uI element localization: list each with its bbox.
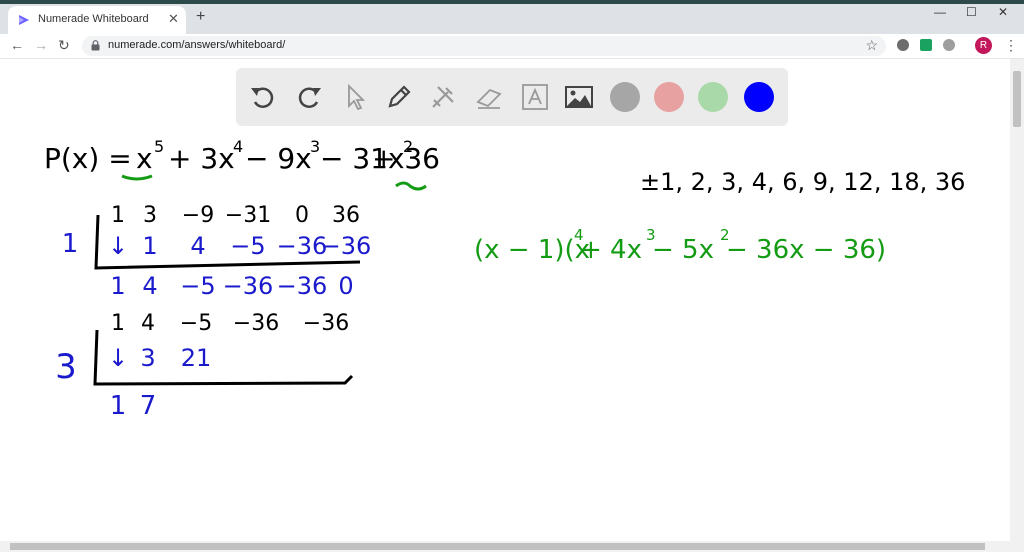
polynomial-expression: P(x) = x 5 + 3x 4 − 9x 3 − 31x 2 + 36 — [44, 137, 413, 175]
numerade-favicon-icon — [19, 15, 29, 25]
checkmark-extension-icon[interactable] — [920, 39, 932, 51]
factored-term: (x − 1)(x — [474, 235, 590, 265]
browser-menu-icon[interactable]: ⋮ — [1004, 37, 1018, 53]
window-frame — [0, 0, 1024, 4]
horizontal-scroll-thumb[interactable] — [10, 543, 985, 550]
profile-avatar[interactable]: R — [975, 37, 992, 54]
division-2-coefficient: −36 — [233, 311, 279, 336]
select-cursor-icon[interactable] — [340, 82, 370, 112]
division-1-product: 4 — [190, 232, 205, 260]
back-button[interactable]: ← — [10, 37, 24, 53]
exponent-3: 3 — [310, 137, 320, 156]
constant-term-underline — [395, 181, 427, 191]
division-1-product: −36 — [321, 232, 372, 260]
whiteboard-canvas[interactable]: P(x) = x 5 + 3x 4 − 9x 3 − 31x 2 + 36 + … — [0, 59, 1010, 541]
division-1-product: ↓ — [108, 232, 128, 260]
address-bar[interactable]: numerade.com/answers/whiteboard/ ☆ — [82, 36, 886, 56]
division-2-result: 7 — [140, 391, 157, 421]
url-text: numerade.com/answers/whiteboard/ — [108, 39, 286, 51]
whiteboard-toolbar — [236, 68, 788, 126]
undo-icon[interactable] — [248, 82, 278, 112]
color-gray-swatch[interactable] — [610, 82, 640, 112]
division-1-coefficient: 0 — [295, 203, 309, 228]
redo-icon[interactable] — [294, 82, 324, 112]
factored-term: − 36x − 36) — [726, 235, 886, 265]
color-pink-swatch[interactable] — [654, 82, 684, 112]
term-9x: − 9x — [245, 142, 312, 175]
division-1-coefficient: −9 — [182, 203, 214, 228]
close-window-button[interactable]: ✕ — [998, 5, 1008, 19]
extension-icon[interactable] — [897, 39, 909, 51]
division-1-coefficient: −31 — [225, 203, 271, 228]
division-2-result: 1 — [110, 391, 127, 421]
division-1-result: 4 — [142, 272, 157, 300]
tab-title: Numerade Whiteboard — [38, 13, 149, 25]
polynomial-label: P(x) = — [44, 142, 132, 175]
constant-term: + 36 — [372, 142, 440, 175]
division-2-product: ↓ — [108, 344, 128, 372]
division-1-result: 1 — [110, 272, 125, 300]
division-1-result: −5 — [180, 272, 215, 300]
vertical-scrollbar[interactable] — [1010, 59, 1024, 541]
division-2-divisor: 3 — [55, 347, 77, 387]
synthetic-division-1: 11 3 −9 −31 0 36↓ 1 4 −5 −36−361 4 −5 −36 −36 0 — [62, 203, 372, 300]
tab-numerade-whiteboard[interactable]: Numerade Whiteboard ✕ — [8, 6, 186, 34]
minimize-button[interactable]: — — [934, 5, 946, 19]
division-2-coefficient: 1 — [111, 311, 125, 336]
division-1-result: 0 — [338, 272, 353, 300]
text-tool-icon[interactable] — [520, 82, 550, 112]
division-1-coefficient: 3 — [143, 203, 157, 228]
account-extension-icon[interactable] — [943, 39, 955, 51]
eraser-icon[interactable] — [474, 82, 504, 112]
forward-button[interactable]: → — [34, 37, 48, 53]
horizontal-scrollbar[interactable] — [0, 541, 1024, 552]
maximize-button[interactable]: ☐ — [966, 5, 977, 19]
factored-term: − 5x — [652, 235, 714, 265]
lock-icon — [91, 40, 100, 51]
division-2-product: 21 — [181, 344, 212, 372]
pen-icon[interactable] — [384, 82, 414, 112]
possible-roots: ±1, 2, 3, 4, 6, 9, 12, 18, 36 — [640, 168, 965, 196]
division-2-coefficient: −5 — [180, 311, 212, 336]
synthetic-division-2: 31 4 −5 −36 −36↓ 3 211 7 — [55, 311, 349, 421]
division-2-coefficient: −36 — [303, 311, 349, 336]
division-1-result: −36 — [223, 272, 274, 300]
factored-form: (x − 1)(x4 + 4x 3 − 5x 2 − 36x − 36) — [474, 226, 886, 265]
vertical-scroll-thumb[interactable] — [1013, 71, 1021, 127]
division-1-divisor: 1 — [62, 229, 79, 259]
division-1-result: −36 — [277, 272, 328, 300]
exponent-4: 4 — [233, 137, 243, 156]
exponent-5: 5 — [154, 137, 164, 156]
bookmark-star-icon[interactable]: ☆ — [865, 37, 878, 54]
division-2-bracket — [93, 329, 354, 386]
color-green-swatch[interactable] — [698, 82, 728, 112]
term-3x: + 3x — [168, 142, 235, 175]
division-2-coefficient: 4 — [141, 311, 155, 336]
division-1-coefficient: 1 — [111, 203, 125, 228]
division-2-product: 3 — [140, 344, 155, 372]
division-1-product: −5 — [230, 232, 265, 260]
leading-coefficient-underline — [121, 174, 153, 181]
factored-term: + 4x — [580, 235, 642, 265]
tab-close-icon[interactable]: ✕ — [168, 12, 179, 26]
color-blue-swatch[interactable] — [744, 82, 774, 112]
browser-toolbar: ← → ↻ numerade.com/answers/whiteboard/ ☆… — [0, 34, 1024, 59]
image-icon[interactable] — [564, 82, 594, 112]
new-tab-button[interactable]: + — [196, 9, 205, 25]
tab-strip: Numerade Whiteboard ✕ + — ☐ ✕ — [0, 0, 1024, 34]
reload-button[interactable]: ↻ — [58, 37, 70, 53]
division-1-coefficient: 36 — [332, 203, 360, 228]
term-x: x — [136, 142, 153, 175]
division-1-product: 1 — [142, 232, 157, 260]
tools-icon[interactable] — [428, 82, 458, 112]
